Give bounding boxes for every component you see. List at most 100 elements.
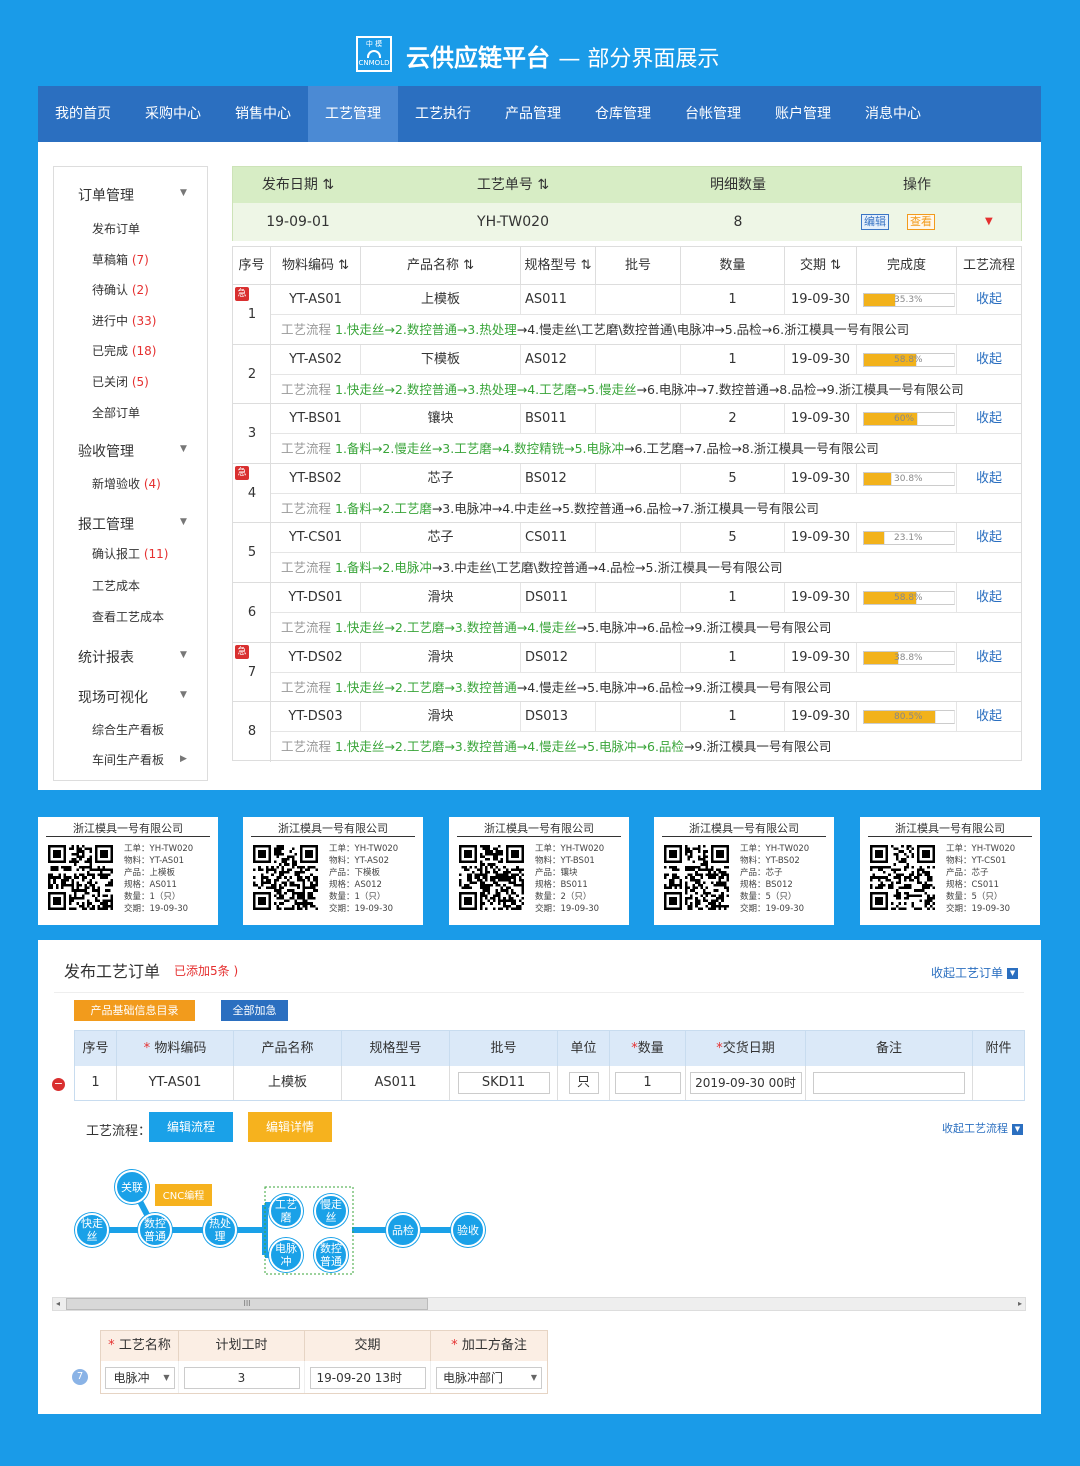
scroll-left-icon[interactable]: ◂ — [56, 1298, 60, 1310]
collapse-link[interactable]: 收起 — [957, 345, 1021, 374]
flow-node-g[interactable]: 慢走丝 — [314, 1194, 348, 1228]
sidebar-group-order_mgmt[interactable]: 订单管理 ▼ — [78, 185, 187, 205]
sidebar-group-report_mgmt[interactable]: 报工管理 ▼ — [78, 514, 187, 534]
collapse-flow-label: 收起工艺流程 — [942, 1122, 1008, 1135]
unit-input[interactable]: 只 — [568, 1071, 599, 1094]
sidebar-item[interactable]: 查看工艺成本 — [92, 608, 164, 625]
edit-detail-button[interactable]: 编辑详情 — [248, 1112, 332, 1142]
cnc-tag[interactable]: CNC编程 — [153, 1182, 214, 1208]
detail-col-6[interactable]: 交期 ⇅ — [785, 247, 857, 284]
flow-node-link[interactable]: 关联 — [115, 1170, 149, 1204]
nav-item-9[interactable]: 消息中心 — [848, 86, 938, 142]
table-row[interactable]: YT-AS02 下模板 AS012 1 19-09-30 58.8% 收起 — [271, 344, 1021, 375]
nav-item-3[interactable]: 工艺管理 — [308, 86, 398, 142]
table-row[interactable]: YT-DS01 滑块 DS011 1 19-09-30 58.8% 收起 — [271, 583, 1021, 613]
sidebar-group-visual[interactable]: 现场可视化 ▼ — [78, 687, 187, 707]
edit-button[interactable]: 编辑 — [861, 214, 889, 230]
nav-item-4[interactable]: 工艺执行 — [398, 86, 488, 142]
detail-col-2[interactable]: 产品名称 ⇅ — [361, 247, 521, 284]
sidebar-item[interactable]: 确认报工 (11) — [92, 545, 168, 562]
flow-node-k[interactable]: 验收 — [451, 1213, 485, 1247]
dept-select[interactable]: 电脉冲部门 ▼ — [436, 1366, 542, 1389]
remove-row-icon[interactable]: − — [52, 1078, 65, 1091]
nav-item-2[interactable]: 销售中心 — [218, 86, 308, 142]
hours-input[interactable]: 3 — [183, 1366, 300, 1389]
sidebar-item[interactable]: 草稿箱 (7) — [92, 251, 149, 268]
collapse-link[interactable]: 收起 — [957, 702, 1021, 731]
flow-node-h[interactable]: 电脉冲 — [269, 1238, 303, 1272]
collapse-link[interactable]: 收起 — [957, 404, 1021, 433]
edit-flow-button[interactable]: 编辑流程 — [149, 1112, 233, 1142]
collapse-flow-link[interactable]: 收起工艺流程 ▼ — [942, 1120, 1023, 1136]
due-input[interactable]: 19-09-20 13时 — [309, 1366, 426, 1389]
table-row[interactable]: YT-DS02 滑块 DS012 1 19-09-30 38.8% 收起 — [271, 642, 1021, 673]
qr-card[interactable]: 浙江模具一号有限公司 工单：YH-TW020 物料：YT-BS02 产品：芯子 规格：B… — [654, 817, 834, 925]
qr-card-line: 数量：1（只） — [329, 892, 386, 902]
table-row[interactable]: YT-BS02 芯子 BS012 5 19-09-30 30.8% 收起 — [271, 463, 1021, 494]
collapse-link[interactable]: 收起 — [957, 583, 1021, 612]
sidebar-item[interactable]: 发布订单 — [92, 220, 140, 237]
nav-item-7[interactable]: 台帐管理 — [668, 86, 758, 142]
flow-node-f[interactable]: 工艺磨 — [269, 1194, 303, 1228]
qr-card[interactable]: 浙江模具一号有限公司 工单：YH-TW020 物料：YT-CS01 产品：芯子 规格：C… — [860, 817, 1040, 925]
sidebar-item[interactable]: 工艺成本 — [92, 577, 140, 594]
flow-node-b[interactable]: 数控 普通 — [138, 1213, 172, 1247]
sidebar-group-label: 报工管理 — [78, 517, 134, 533]
collapse-link[interactable]: 收起 — [957, 643, 1021, 672]
qr-card[interactable]: 浙江模具一号有限公司 工单：YH-TW020 物料：YT-BS01 产品：镶块 规格：B… — [449, 817, 629, 925]
nav-item-6[interactable]: 仓库管理 — [578, 86, 668, 142]
scroll-thumb[interactable]: III — [66, 1298, 428, 1310]
sidebar-group-accept_mgmt[interactable]: 验收管理 ▼ — [78, 441, 187, 461]
qr-card-line: 物料：YT-BS01 — [535, 856, 595, 866]
table-row[interactable]: YT-BS01 镶块 BS011 2 19-09-30 60% 收起 — [271, 404, 1021, 435]
col-date[interactable]: 发布日期 ⇅ — [233, 167, 363, 203]
process-select[interactable]: 电脉冲 ▼ — [104, 1366, 175, 1389]
flow-node-i[interactable]: 数控 普通 — [314, 1238, 348, 1272]
sidebar-item[interactable]: 全部订单 — [92, 404, 140, 421]
date-input[interactable]: 2019-09-30 00时 — [689, 1071, 802, 1094]
collapse-link[interactable]: 收起 — [957, 285, 1021, 314]
urgent-all-button[interactable]: 全部加急 — [221, 1000, 288, 1021]
batch-input[interactable]: SKD11 — [457, 1071, 550, 1094]
table-row[interactable]: YT-DS03 滑块 DS013 1 19-09-30 80.5% 收起 — [271, 702, 1021, 733]
sidebar-group-stats[interactable]: 统计报表 ▼ — [78, 647, 187, 667]
sidebar-item-count: (2) — [131, 283, 149, 298]
qr-card-line: 交期：19-09-30 — [124, 904, 189, 914]
catalog-button[interactable]: 产品基础信息目录 — [74, 1000, 195, 1021]
sidebar-item[interactable]: 新增验收 (4) — [92, 475, 161, 492]
qr-card[interactable]: 浙江模具一号有限公司 工单：YH-TW020 物料：YT-AS01 产品：上模板 规格：… — [38, 817, 218, 925]
flow-node-c[interactable]: 热处理 — [203, 1213, 237, 1247]
flow-node-j[interactable]: 品检 — [386, 1213, 420, 1247]
nav-item-0[interactable]: 我的首页 — [38, 86, 128, 142]
note-input[interactable] — [813, 1071, 965, 1094]
sidebar-item[interactable]: 进行中 (33) — [92, 312, 156, 329]
nav-item-8[interactable]: 账户管理 — [758, 86, 848, 142]
expand-icon[interactable]: ▼ — [985, 203, 993, 241]
table-row[interactable]: YT-CS01 芯子 CS011 5 19-09-30 23.1% 收起 — [271, 523, 1021, 554]
sidebar-item[interactable]: 已完成 (18) — [92, 342, 156, 359]
collapse-link[interactable]: 收起 — [957, 523, 1021, 552]
collapse-order-link[interactable]: 收起工艺订单 ▼ — [931, 964, 1019, 981]
qr-card[interactable]: 浙江模具一号有限公司 工单：YH-TW020 物料：YT-AS02 产品：下模板 规格：… — [243, 817, 423, 925]
process-header: * 工艺名称 计划工时 交期 * 加工方备注 — [101, 1331, 547, 1361]
nav-item-1[interactable]: 采购中心 — [128, 86, 218, 142]
sidebar-item[interactable]: 待确认 (2) — [92, 281, 149, 298]
detail-col-3[interactable]: 规格型号 ⇅ — [521, 247, 596, 284]
sidebar-item[interactable]: 车间生产看板 — [92, 751, 164, 768]
sidebar-item[interactable]: 已关闭 (5) — [92, 373, 149, 390]
cell-progress: 58.8% — [857, 344, 957, 374]
collapse-link[interactable]: 收起 — [957, 464, 1021, 493]
fr-attach-cell[interactable] — [973, 1066, 1024, 1100]
scroll-right-icon[interactable]: ▸ — [1018, 1298, 1022, 1310]
summary-row[interactable]: 19-09-01 YH-TW020 8 编辑 查看 ▼ — [233, 203, 1021, 241]
table-row[interactable]: YT-AS01 上模板 AS011 1 19-09-30 35.3% 收起 — [271, 285, 1021, 315]
sidebar-item[interactable]: 综合生产看板 — [92, 721, 164, 738]
nav-item-5[interactable]: 产品管理 — [488, 86, 578, 142]
flow-done: 1.快走丝→2.工艺磨→3.数控普通 — [335, 679, 517, 695]
qty-input[interactable]: 1 — [614, 1071, 681, 1094]
flow-node-a[interactable]: 快走丝 — [75, 1213, 109, 1247]
cell-progress: 58.8% — [857, 583, 957, 612]
view-button[interactable]: 查看 — [907, 214, 935, 230]
col-order-no[interactable]: 工艺单号 ⇅ — [363, 167, 663, 203]
detail-col-1[interactable]: 物料编码 ⇅ — [271, 247, 361, 284]
